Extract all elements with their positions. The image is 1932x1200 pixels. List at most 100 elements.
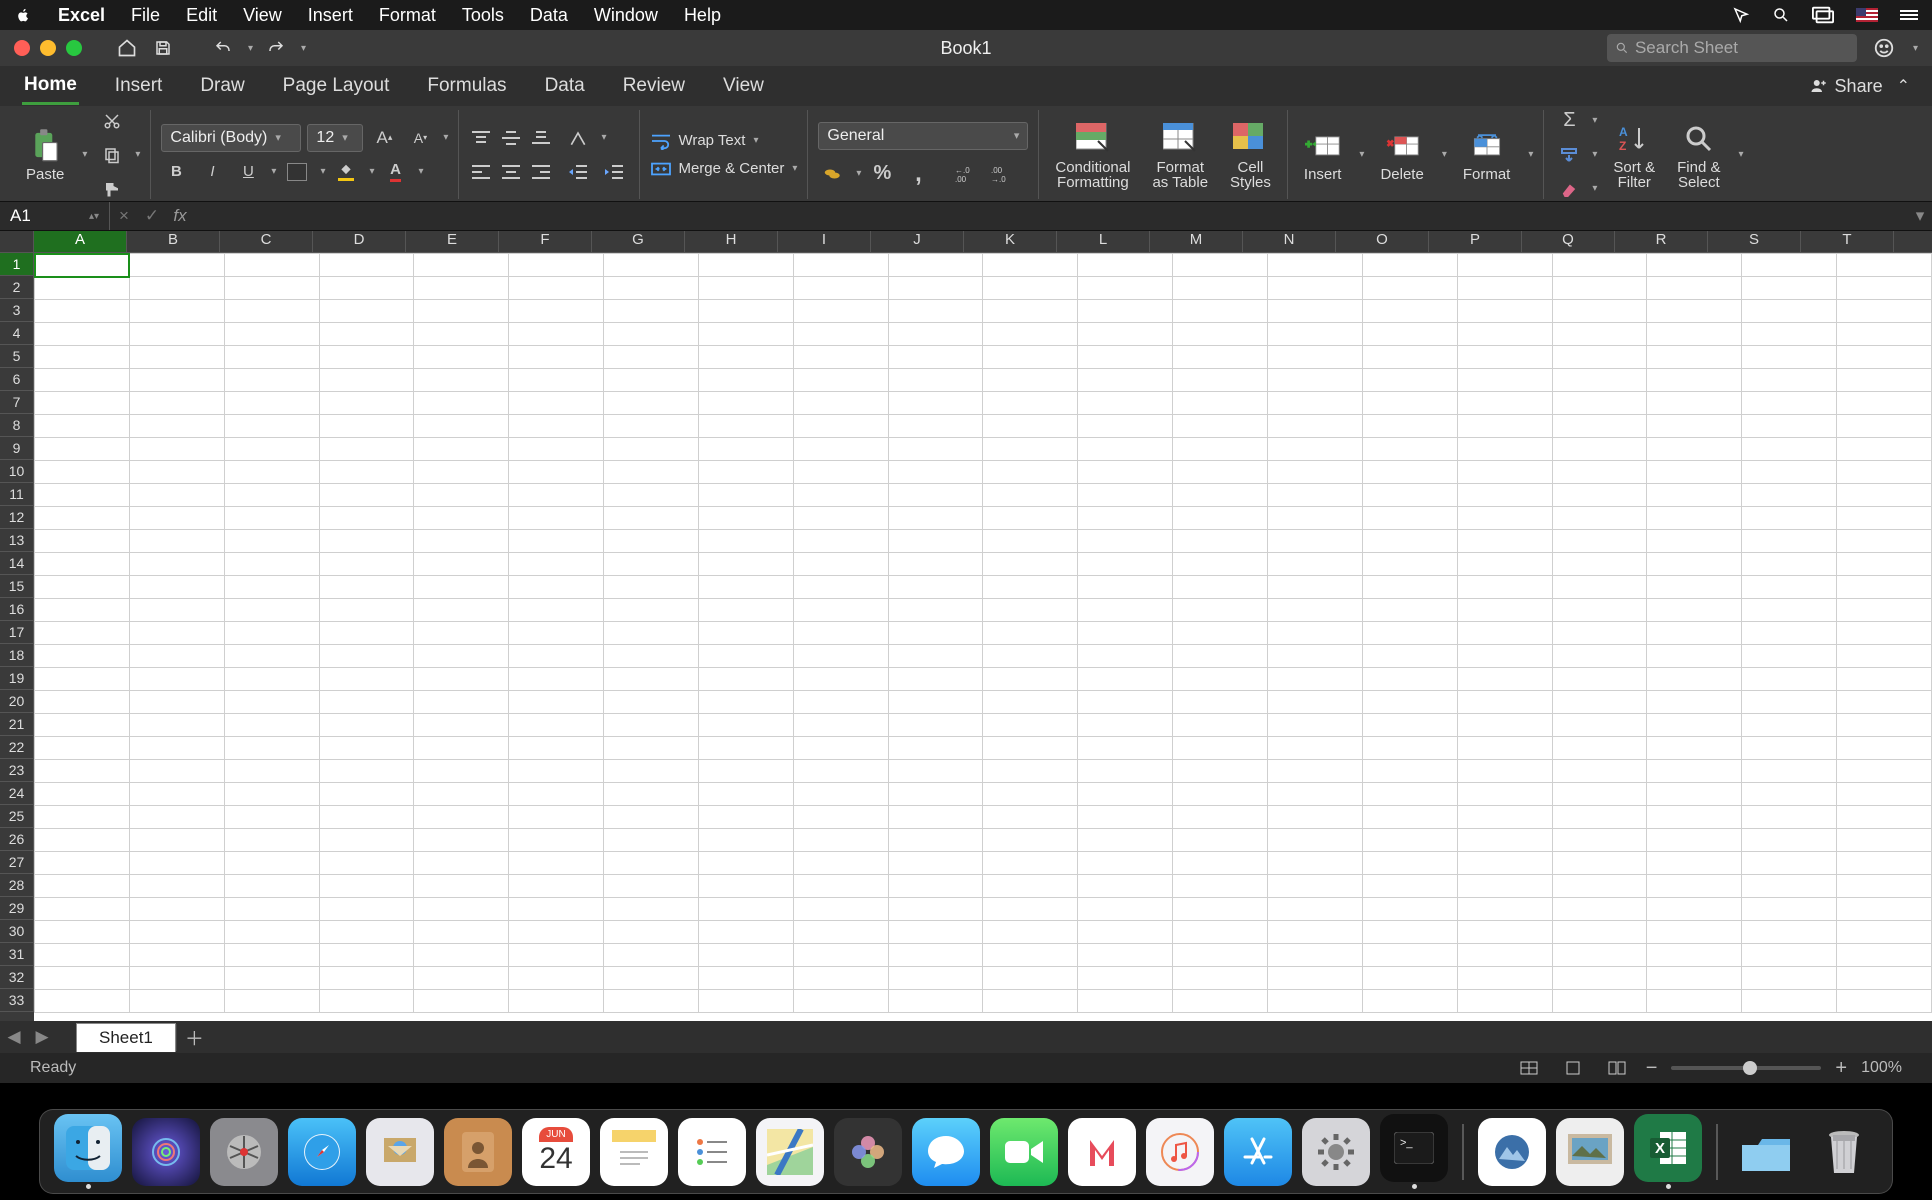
cell-M32[interactable] xyxy=(1173,967,1268,990)
cell-I30[interactable] xyxy=(793,921,888,944)
format-painter-button[interactable] xyxy=(97,175,127,203)
cell-E10[interactable] xyxy=(414,461,509,484)
display-icon[interactable] xyxy=(1812,6,1834,24)
cell-B21[interactable] xyxy=(129,714,224,737)
dock-facetime[interactable] xyxy=(990,1118,1058,1186)
cell-D6[interactable] xyxy=(319,369,414,392)
cell-G18[interactable] xyxy=(604,645,699,668)
cell-C17[interactable] xyxy=(224,622,319,645)
cell-R18[interactable] xyxy=(1647,645,1742,668)
cell-S30[interactable] xyxy=(1742,921,1837,944)
cell-P32[interactable] xyxy=(1457,967,1552,990)
cell-E24[interactable] xyxy=(414,783,509,806)
cell-I12[interactable] xyxy=(793,507,888,530)
column-header-O[interactable]: O xyxy=(1336,231,1429,252)
cell-styles-button[interactable]: Cell Styles xyxy=(1224,120,1277,190)
cell-Q10[interactable] xyxy=(1552,461,1647,484)
cell-H19[interactable] xyxy=(698,668,793,691)
cell-S10[interactable] xyxy=(1742,461,1837,484)
cell-P10[interactable] xyxy=(1457,461,1552,484)
cell-I19[interactable] xyxy=(793,668,888,691)
cell-C28[interactable] xyxy=(224,875,319,898)
cell-D14[interactable] xyxy=(319,553,414,576)
cell-F21[interactable] xyxy=(509,714,604,737)
cell-E19[interactable] xyxy=(414,668,509,691)
cell-L28[interactable] xyxy=(1078,875,1173,898)
row-header-6[interactable]: 6 xyxy=(0,368,34,391)
column-header-G[interactable]: G xyxy=(592,231,685,252)
cells-area[interactable] xyxy=(34,253,1932,1021)
dock-news[interactable] xyxy=(1068,1118,1136,1186)
cell-S12[interactable] xyxy=(1742,507,1837,530)
cell-S11[interactable] xyxy=(1742,484,1837,507)
cell-O27[interactable] xyxy=(1362,852,1457,875)
cell-P26[interactable] xyxy=(1457,829,1552,852)
cell-O4[interactable] xyxy=(1362,323,1457,346)
cell-B12[interactable] xyxy=(129,507,224,530)
cell-K31[interactable] xyxy=(983,944,1078,967)
cell-T25[interactable] xyxy=(1837,806,1932,829)
cell-Q8[interactable] xyxy=(1552,415,1647,438)
cell-E22[interactable] xyxy=(414,737,509,760)
menu-tools[interactable]: Tools xyxy=(462,5,504,26)
cell-B10[interactable] xyxy=(129,461,224,484)
cell-M2[interactable] xyxy=(1173,277,1268,300)
cell-H12[interactable] xyxy=(698,507,793,530)
cell-F15[interactable] xyxy=(509,576,604,599)
cell-T20[interactable] xyxy=(1837,691,1932,714)
cell-B11[interactable] xyxy=(129,484,224,507)
cell-K13[interactable] xyxy=(983,530,1078,553)
cell-C23[interactable] xyxy=(224,760,319,783)
cell-P3[interactable] xyxy=(1457,300,1552,323)
dock-terminal[interactable]: >_ xyxy=(1380,1114,1448,1182)
cell-Q14[interactable] xyxy=(1552,553,1647,576)
cell-L29[interactable] xyxy=(1078,898,1173,921)
cell-N22[interactable] xyxy=(1267,737,1362,760)
cell-J7[interactable] xyxy=(888,392,983,415)
cell-A4[interactable] xyxy=(35,323,130,346)
cancel-formula-icon[interactable]: × xyxy=(110,206,138,226)
row-header-4[interactable]: 4 xyxy=(0,322,34,345)
cell-Q1[interactable] xyxy=(1552,254,1647,277)
cell-Q25[interactable] xyxy=(1552,806,1647,829)
dock-contacts[interactable] xyxy=(444,1118,512,1186)
dock-maps[interactable] xyxy=(756,1118,824,1186)
cell-J21[interactable] xyxy=(888,714,983,737)
column-header-D[interactable]: D xyxy=(313,231,406,252)
cell-Q15[interactable] xyxy=(1552,576,1647,599)
cell-Q13[interactable] xyxy=(1552,530,1647,553)
column-header-H[interactable]: H xyxy=(685,231,778,252)
column-header-L[interactable]: L xyxy=(1057,231,1150,252)
cell-C27[interactable] xyxy=(224,852,319,875)
dock-launchpad[interactable] xyxy=(210,1118,278,1186)
decrease-decimal-button[interactable]: .00→.0 xyxy=(989,160,1019,188)
font-name-dropdown[interactable]: Calibri (Body)▾ xyxy=(161,124,301,152)
cell-J15[interactable] xyxy=(888,576,983,599)
cell-P18[interactable] xyxy=(1457,645,1552,668)
cell-M1[interactable] xyxy=(1173,254,1268,277)
cell-B13[interactable] xyxy=(129,530,224,553)
cell-M29[interactable] xyxy=(1173,898,1268,921)
cell-M12[interactable] xyxy=(1173,507,1268,530)
cell-P24[interactable] xyxy=(1457,783,1552,806)
cell-G21[interactable] xyxy=(604,714,699,737)
dock-messages[interactable] xyxy=(912,1118,980,1186)
cell-R26[interactable] xyxy=(1647,829,1742,852)
row-header-10[interactable]: 10 xyxy=(0,460,34,483)
column-header-R[interactable]: R xyxy=(1615,231,1708,252)
cell-L5[interactable] xyxy=(1078,346,1173,369)
cell-B15[interactable] xyxy=(129,576,224,599)
cell-I1[interactable] xyxy=(793,254,888,277)
cell-F23[interactable] xyxy=(509,760,604,783)
cell-K14[interactable] xyxy=(983,553,1078,576)
cell-Q29[interactable] xyxy=(1552,898,1647,921)
cell-N17[interactable] xyxy=(1267,622,1362,645)
cell-I2[interactable] xyxy=(793,277,888,300)
cell-I29[interactable] xyxy=(793,898,888,921)
cell-E5[interactable] xyxy=(414,346,509,369)
cell-O21[interactable] xyxy=(1362,714,1457,737)
tab-review[interactable]: Review xyxy=(621,69,687,103)
cell-K27[interactable] xyxy=(983,852,1078,875)
format-as-table-button[interactable]: Format as Table xyxy=(1146,120,1214,190)
cell-F25[interactable] xyxy=(509,806,604,829)
